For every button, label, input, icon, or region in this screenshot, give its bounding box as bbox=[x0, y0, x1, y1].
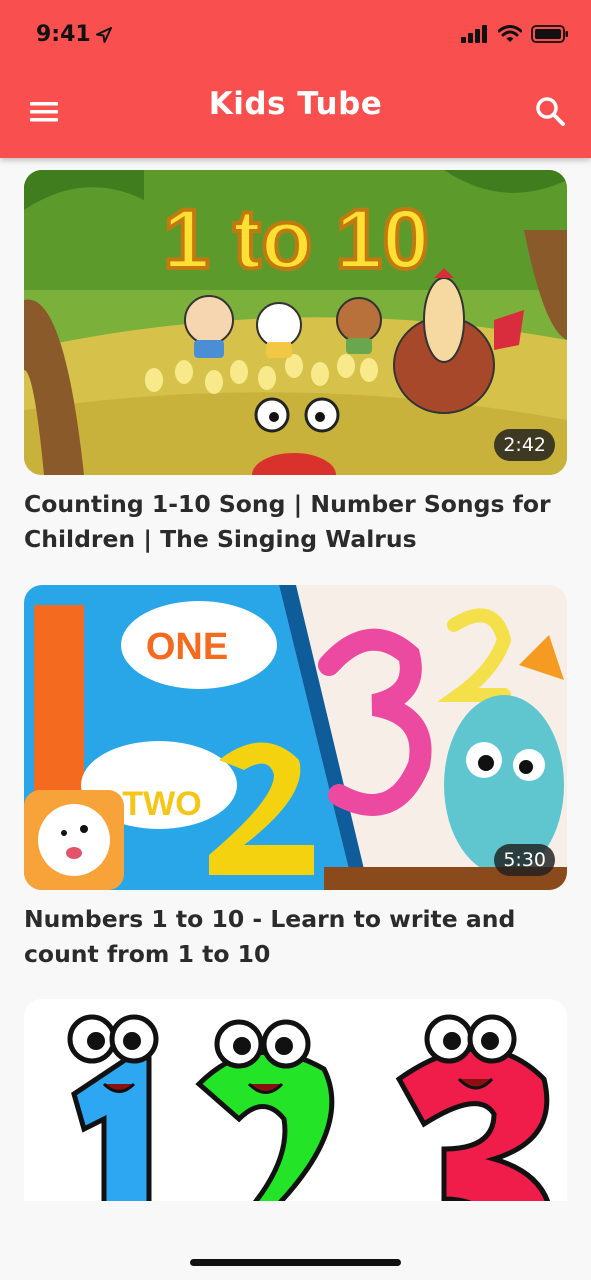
video-thumbnail[interactable]: 1 to 10 2:42 bbox=[24, 170, 567, 475]
video-card[interactable]: ONE TWO 5:30 Numbers 1 to 10 - Learn to … bbox=[24, 585, 567, 972]
thumbnail-headline: 1 to 10 bbox=[163, 192, 429, 286]
thumbnail-word-two: TWO bbox=[122, 785, 201, 823]
video-thumbnail[interactable] bbox=[24, 999, 567, 1201]
pig-character bbox=[184, 295, 234, 345]
big-one-shape bbox=[34, 605, 84, 795]
video-card[interactable]: 1 to 10 2:42 Counting 1-10 Song | Number… bbox=[24, 170, 567, 557]
search-icon[interactable] bbox=[533, 94, 569, 130]
status-time-label: 9:41 bbox=[36, 22, 91, 47]
video-thumbnail[interactable]: ONE TWO 5:30 bbox=[24, 585, 567, 890]
cat-character bbox=[256, 302, 302, 348]
cellular-signal-icon bbox=[461, 25, 487, 43]
thumbnail-word-one: ONE bbox=[146, 626, 228, 668]
home-indicator[interactable] bbox=[190, 1259, 401, 1266]
status-time: 9:41 bbox=[36, 22, 113, 47]
video-duration-badge: 2:42 bbox=[494, 429, 555, 461]
video-duration-badge: 5:30 bbox=[494, 844, 555, 876]
status-icons bbox=[461, 25, 569, 43]
thumbnail-counting-song: 1 to 10 bbox=[24, 170, 567, 475]
wifi-icon bbox=[498, 25, 522, 42]
location-arrow-icon bbox=[95, 26, 112, 43]
bear-character bbox=[336, 297, 382, 343]
video-card[interactable] bbox=[24, 999, 567, 1201]
app-header: 9:41 Kids Tube bbox=[0, 0, 591, 158]
battery-icon bbox=[531, 25, 568, 43]
video-title[interactable]: Numbers 1 to 10 - Learn to write and cou… bbox=[24, 902, 567, 972]
video-feed[interactable]: 1 to 10 2:42 Counting 1-10 Song | Number… bbox=[0, 158, 591, 1201]
app-title: Kids Tube bbox=[208, 86, 383, 122]
thumbnail-numbers-write: ONE TWO bbox=[24, 585, 567, 890]
thumbnail-123-characters bbox=[24, 999, 567, 1201]
video-title[interactable]: Counting 1-10 Song | Number Songs for Ch… bbox=[24, 487, 567, 557]
